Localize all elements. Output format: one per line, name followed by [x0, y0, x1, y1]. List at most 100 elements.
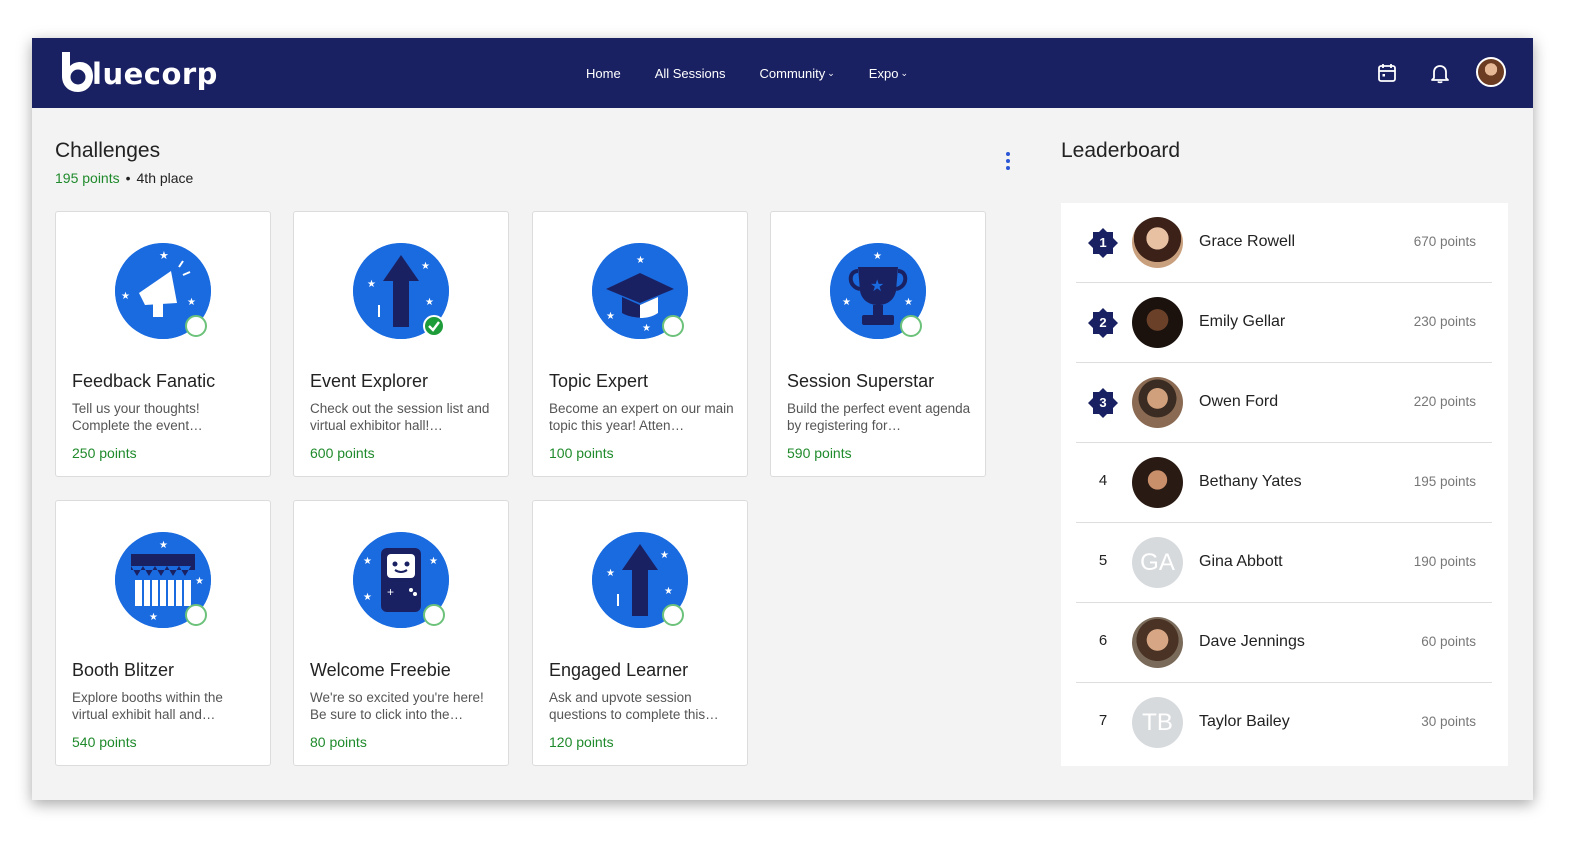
user-points: 195 points: [55, 170, 120, 186]
challenges-summary: 195 points • 4th place: [55, 170, 193, 186]
leaderboard-points: 670 points: [1413, 234, 1476, 249]
bell-icon[interactable]: [1429, 62, 1451, 84]
leaderboard-row[interactable]: 3 Owen Ford 220 points: [1076, 363, 1492, 443]
leaderboard-points: 220 points: [1413, 394, 1476, 409]
avatar: [1132, 217, 1183, 268]
nav-community-label: Community: [759, 65, 826, 81]
more-options-icon[interactable]: [1004, 152, 1012, 174]
svg-text:★: ★: [870, 278, 884, 295]
challenge-points: 250 points: [72, 445, 137, 461]
svg-text:★: ★: [664, 586, 673, 597]
leaderboard-row[interactable]: 1 Grace Rowell 670 points: [1076, 203, 1492, 283]
app-window: luecorp Home All Sessions Community ⌄ Exp…: [32, 38, 1533, 800]
bluecorp-logo[interactable]: luecorp: [58, 50, 218, 94]
user-place: 4th place: [136, 170, 194, 186]
nav-home[interactable]: Home: [586, 66, 621, 81]
leaderboard-name: Emily Gellar: [1199, 313, 1286, 330]
leaderboard-name: Dave Jennings: [1199, 633, 1305, 650]
leaderboard-row[interactable]: 6 Dave Jennings 60 points: [1076, 603, 1492, 683]
svg-text:★: ★: [187, 297, 196, 308]
leaderboard-row[interactable]: 4 Bethany Yates 195 points: [1076, 443, 1492, 523]
user-avatar[interactable]: [1476, 57, 1506, 87]
completion-check-icon: [185, 315, 207, 337]
leaderboard-heading: Leaderboard: [1061, 139, 1181, 162]
nav-community[interactable]: Community ⌄: [760, 66, 835, 81]
challenge-badge: ★ ★ ★: [115, 243, 213, 341]
challenge-description: Become an expert on our main topic this …: [549, 401, 734, 433]
challenge-card[interactable]: ★ ★ ★ Booth Blitzer Explore booths withi…: [55, 500, 271, 766]
svg-text:★: ★: [195, 576, 204, 587]
challenge-title: Feedback Fanatic: [72, 371, 216, 391]
completion-check-icon: [900, 315, 922, 337]
leaderboard-points: 195 points: [1413, 474, 1476, 489]
challenge-card[interactable]: ★ ★ ★ Engaged Learner Ask and upvote ses…: [532, 500, 748, 766]
svg-text:★: ★: [421, 261, 430, 272]
challenge-description: We're so excited you're here! Be sure to…: [310, 690, 484, 722]
challenge-points: 540 points: [72, 734, 137, 750]
avatar: [1132, 617, 1183, 668]
svg-text:★: ★: [842, 297, 851, 308]
logo-text: luecorp: [92, 57, 218, 91]
avatar-initials: GA: [1132, 537, 1183, 588]
svg-text:★: ★: [425, 297, 434, 308]
challenge-card[interactable]: ★ ★ ★ ★ Session Superstar Build the perf…: [770, 211, 986, 477]
challenge-description: Build the perfect event agenda by regist…: [787, 401, 971, 433]
challenge-card[interactable]: + ★ ★ ★ Welcome Freebie We're so excited…: [293, 500, 509, 766]
challenge-badge: + ★ ★ ★: [353, 532, 451, 630]
main-nav: Home All Sessions Community ⌄ Expo ⌄: [586, 38, 942, 108]
leaderboard-row[interactable]: 2 Emily Gellar 230 points: [1076, 283, 1492, 363]
leaderboard-name: Taylor Bailey: [1199, 713, 1290, 730]
top-navbar: luecorp Home All Sessions Community ⌄ Exp…: [32, 38, 1533, 108]
nav-home-label: Home: [586, 65, 621, 81]
challenge-points: 600 points: [310, 445, 375, 461]
rank-number: 6: [1098, 632, 1108, 649]
challenge-title: Event Explorer: [310, 371, 429, 391]
rank-number: 2: [1099, 315, 1107, 330]
challenge-badge: ★ ★ ★ ★: [830, 243, 928, 341]
nav-expo[interactable]: Expo ⌄: [869, 66, 908, 81]
rank-badge-icon: 3: [1088, 388, 1118, 418]
leaderboard-name: Owen Ford: [1199, 393, 1279, 410]
challenge-badge: ★ ★ ★: [115, 532, 213, 630]
nav-all-sessions[interactable]: All Sessions: [655, 66, 726, 81]
svg-text:★: ★: [642, 323, 651, 334]
challenge-points: 100 points: [549, 445, 614, 461]
svg-text:★: ★: [149, 612, 158, 623]
challenge-title: Welcome Freebie: [310, 660, 451, 680]
leaderboard-panel: 1 Grace Rowell 670 points 2 Emily Gellar…: [1061, 203, 1508, 766]
completion-check-icon: [423, 604, 445, 626]
svg-text:+: +: [387, 585, 394, 599]
challenge-card[interactable]: ★ ★ ★ Topic Expert Become an expert on o…: [532, 211, 748, 477]
leaderboard-points: 30 points: [1421, 714, 1476, 729]
challenge-card[interactable]: ★ ★ ★ Feedback Fanatic Tell us your thou…: [55, 211, 271, 477]
svg-text:★: ★: [606, 568, 615, 579]
challenges-heading: Challenges: [55, 139, 161, 162]
challenge-points: 80 points: [310, 734, 367, 750]
challenge-title: Topic Expert: [549, 371, 649, 391]
avatar: [1132, 457, 1183, 508]
leaderboard-name: Bethany Yates: [1199, 473, 1302, 490]
svg-text:★: ★: [606, 311, 615, 322]
svg-text:★: ★: [121, 291, 130, 302]
svg-text:★: ★: [873, 251, 882, 262]
rank-number: 5: [1098, 552, 1108, 569]
challenge-description: Ask and upvote session questions to comp…: [549, 690, 719, 722]
rank-number: 7: [1098, 712, 1108, 729]
leaderboard-row[interactable]: 5 GA Gina Abbott 190 points: [1076, 523, 1492, 603]
challenge-badge: ★ ★ ★: [592, 243, 690, 341]
challenge-title: Booth Blitzer: [72, 660, 175, 680]
challenge-card[interactable]: ★ ★ ★ Event Explorer Check out the sessi…: [293, 211, 509, 477]
logo-b-mark: [62, 52, 93, 92]
rank-number: 3: [1099, 395, 1107, 410]
svg-text:★: ★: [363, 556, 372, 567]
challenge-points: 120 points: [549, 734, 614, 750]
leaderboard-row[interactable]: 7 TB Taylor Bailey 30 points: [1076, 683, 1492, 763]
rank-badge-icon: 1: [1088, 228, 1118, 258]
completion-check-icon: [662, 604, 684, 626]
svg-text:★: ★: [367, 279, 376, 290]
svg-text:★: ★: [363, 592, 372, 603]
calendar-icon[interactable]: [1376, 62, 1398, 84]
svg-text:★: ★: [636, 255, 645, 266]
avatar: [1132, 377, 1183, 428]
nav-expo-label: Expo: [868, 65, 899, 81]
